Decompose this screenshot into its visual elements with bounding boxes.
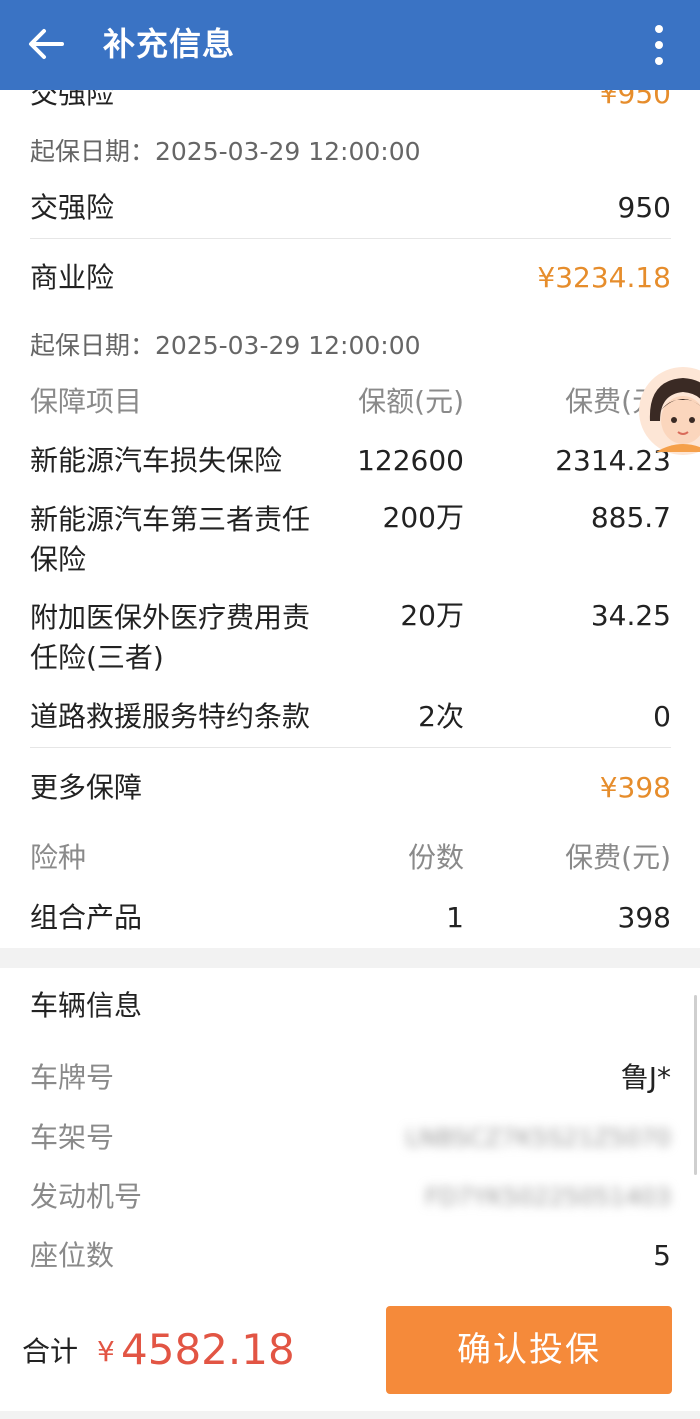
compulsory-item-value: 950 — [617, 191, 671, 224]
more-vertical-icon[interactable] — [654, 24, 664, 66]
compulsory-item-label: 交强险 — [30, 191, 115, 224]
commercial-start-date: 起保日期：2025-03-29 12:00:00 — [30, 331, 421, 360]
seats-label: 座位数 — [30, 1239, 115, 1272]
confirm-insure-button[interactable]: 确认投保 — [386, 1306, 672, 1394]
divider — [30, 747, 671, 748]
coverage-name: 新能源汽车第三者责任保险 — [30, 503, 311, 576]
vin-label: 车架号 — [30, 1121, 115, 1154]
more-title: 更多保障 — [30, 771, 143, 804]
compulsory-price: ¥950 — [599, 90, 671, 110]
compulsory-title: 交强险 — [30, 90, 115, 110]
column-type: 险种 — [30, 841, 87, 874]
scrollbar[interactable] — [694, 995, 697, 1175]
column-count: 份数 — [407, 841, 464, 874]
page-title: 补充信息 — [103, 25, 236, 63]
plate-value: 鲁J* — [620, 1061, 671, 1094]
product-name: 组合产品 — [30, 901, 143, 934]
coverage-name: 道路救援服务特约条款 — [30, 700, 311, 733]
commercial-price: ¥3234.18 — [537, 261, 671, 294]
divider — [30, 238, 671, 239]
more-price: ¥398 — [599, 771, 671, 804]
coverage-premium: 34.25 — [590, 599, 671, 632]
engine-value: FD7YK50225051403 — [425, 1183, 671, 1211]
arrow-left-icon[interactable] — [26, 26, 66, 62]
commercial-title: 商业险 — [30, 261, 115, 294]
app-header: 补充信息 — [0, 0, 700, 90]
coverage-amount: 20万 — [400, 599, 464, 632]
product-premium: 398 — [617, 901, 671, 934]
total-amount: 4582.18 — [121, 1325, 295, 1374]
compulsory-start-date: 起保日期：2025-03-29 12:00:00 — [30, 137, 421, 166]
column-premium: 保费(元) — [565, 841, 671, 874]
product-count: 1 — [446, 901, 464, 934]
content-scroll[interactable]: 交强险 ¥950 起保日期：2025-03-29 12:00:00 交强险 95… — [0, 90, 700, 1290]
coverage-amount: 122600 — [357, 444, 464, 477]
coverage-amount: 200万 — [382, 501, 464, 534]
engine-label: 发动机号 — [30, 1180, 143, 1213]
column-item: 保障项目 — [30, 385, 143, 418]
coverage-amount: 2次 — [418, 700, 464, 733]
coverage-name: 新能源汽车损失保险 — [30, 444, 283, 477]
plate-label: 车牌号 — [30, 1061, 115, 1094]
coverage-name: 附加医保外医疗费用责任险(三者) — [30, 601, 311, 674]
coverage-premium: 0 — [653, 700, 671, 733]
section-gap — [0, 948, 700, 968]
total-label: 合计 — [22, 1335, 79, 1368]
seats-value: 5 — [653, 1239, 671, 1272]
vehicle-title: 车辆信息 — [30, 989, 143, 1022]
coverage-premium: 885.7 — [590, 501, 671, 534]
vin-value: LNBSCZ7K5S21Z5070 — [405, 1124, 671, 1152]
bottom-edge — [0, 1411, 700, 1419]
checkout-bar: 合计 ¥ 4582.18 确认投保 — [0, 1290, 700, 1419]
total-currency: ¥ — [97, 1335, 115, 1368]
customer-service-avatar-icon[interactable] — [638, 366, 700, 456]
column-amount: 保额(元) — [358, 385, 464, 418]
